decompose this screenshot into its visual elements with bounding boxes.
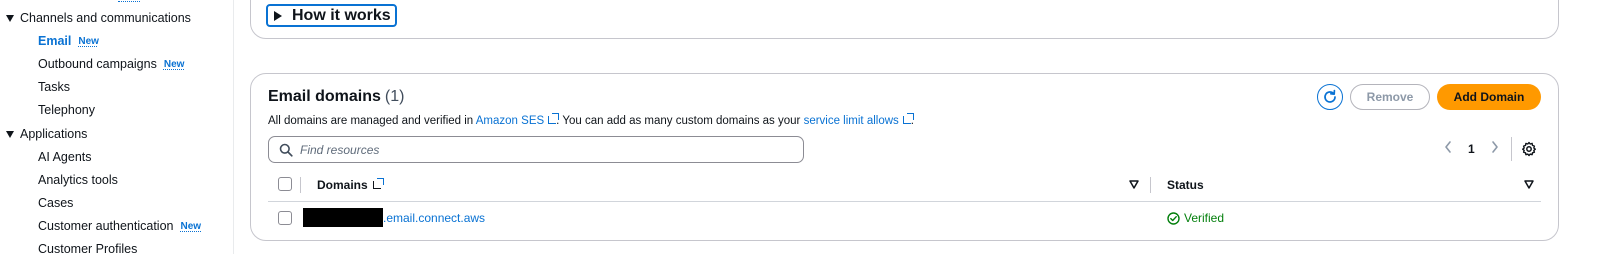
external-link-icon (902, 113, 914, 124)
search-field[interactable] (268, 136, 804, 163)
sidebar-item-outbound-campaigns[interactable]: Outbound campaigns New (38, 57, 184, 71)
gear-icon (1522, 141, 1536, 157)
column-divider (1150, 177, 1151, 193)
refresh-icon (1324, 89, 1336, 103)
sidebar-item-label: Telephony (38, 103, 95, 117)
add-domain-button[interactable]: Add Domain (1437, 84, 1541, 110)
check-circle-icon (1167, 211, 1180, 225)
pagination-current-page[interactable]: 1 (1468, 142, 1475, 156)
email-domains-description: All domains are managed and verified in … (268, 113, 914, 127)
nav-group-label: Channels and communications (20, 11, 191, 25)
search-icon (279, 143, 293, 157)
domain-link[interactable]: .email.connect.aws (383, 211, 485, 225)
sidebar-item-label: Email (38, 34, 72, 48)
new-badge: New (163, 58, 185, 70)
chevron-right-icon (1492, 141, 1498, 153)
sidebar-item-label: Cases (38, 196, 74, 210)
how-it-works-container (250, 0, 1559, 39)
how-it-works-label: How it works (292, 6, 391, 24)
sort-icon[interactable] (1524, 180, 1534, 189)
sidebar-item-customer-authentication[interactable]: Customer authentication New (38, 219, 201, 233)
caret-right-icon (274, 10, 282, 21)
redacted-domain-prefix (303, 208, 383, 227)
nav-group-label: Applications (20, 127, 88, 141)
select-all-checkbox[interactable] (278, 177, 292, 191)
sidebar-item-email[interactable]: Email New (38, 34, 99, 48)
description-text: All domains are managed and verified in (268, 115, 476, 127)
external-link-icon (548, 113, 560, 124)
sidebar-item-label: Customer authentication (38, 219, 174, 233)
sidebar-item-label: Tasks (38, 80, 70, 94)
sidebar-item-tasks[interactable]: Tasks (38, 80, 70, 94)
sidebar-item-label: Outbound campaigns (38, 57, 157, 71)
sidebar: Channels and communications Email New Ou… (0, 0, 234, 254)
chevron-left-icon (1445, 141, 1451, 153)
new-badge: New (78, 35, 99, 47)
external-link-icon (372, 178, 384, 189)
nav-group-channels[interactable]: Channels and communications (6, 11, 191, 25)
sidebar-item-ai-agents[interactable]: AI Agents (38, 150, 92, 164)
how-it-works-toggle[interactable]: How it works (266, 4, 397, 27)
row-checkbox[interactable] (278, 211, 292, 225)
table-header-divider (268, 201, 1541, 202)
column-header-status[interactable]: Status (1167, 178, 1204, 192)
column-divider (300, 177, 301, 193)
sidebar-item-label: Analytics tools (38, 173, 118, 187)
service-limit-link-label: service limit allows (803, 115, 899, 127)
remove-button[interactable]: Remove (1350, 84, 1430, 110)
sidebar-item-telephony[interactable]: Telephony (38, 103, 95, 117)
amazon-ses-link[interactable]: Amazon SES (475, 113, 560, 127)
caret-down-icon (6, 14, 14, 22)
amazon-ses-link-label: Amazon SES (475, 115, 545, 127)
column-header-label: Domains (317, 178, 368, 192)
scroll-hint (118, 0, 140, 2)
sidebar-item-cases[interactable]: Cases (38, 196, 73, 210)
sort-icon[interactable] (1129, 180, 1139, 189)
domain-count: (1) (384, 88, 405, 105)
refresh-button[interactable] (1317, 84, 1343, 110)
divider (1511, 137, 1512, 161)
service-limit-link[interactable]: service limit allows (803, 113, 914, 127)
new-badge: New (180, 220, 202, 232)
pagination-next[interactable] (1490, 140, 1500, 157)
column-header-domains[interactable]: Domains (317, 178, 384, 192)
search-input[interactable] (300, 142, 780, 157)
nav-group-applications[interactable]: Applications (6, 127, 87, 141)
sidebar-item-customer-profiles[interactable]: Customer Profiles (38, 242, 137, 254)
status-text: Verified (1184, 211, 1225, 225)
description-text: . You can add as many custom domains as … (556, 115, 804, 127)
status-badge: Verified (1167, 211, 1224, 225)
email-domains-heading: Email domains (268, 88, 381, 105)
email-domains-title: Email domains (1) (268, 88, 404, 106)
caret-down-icon (6, 130, 14, 138)
table-preferences-button[interactable] (1521, 141, 1537, 162)
pagination-prev[interactable] (1443, 140, 1453, 157)
sidebar-item-analytics-tools[interactable]: Analytics tools (38, 173, 118, 187)
sidebar-item-label: Customer Profiles (38, 242, 138, 254)
sidebar-item-label: AI Agents (38, 150, 92, 164)
